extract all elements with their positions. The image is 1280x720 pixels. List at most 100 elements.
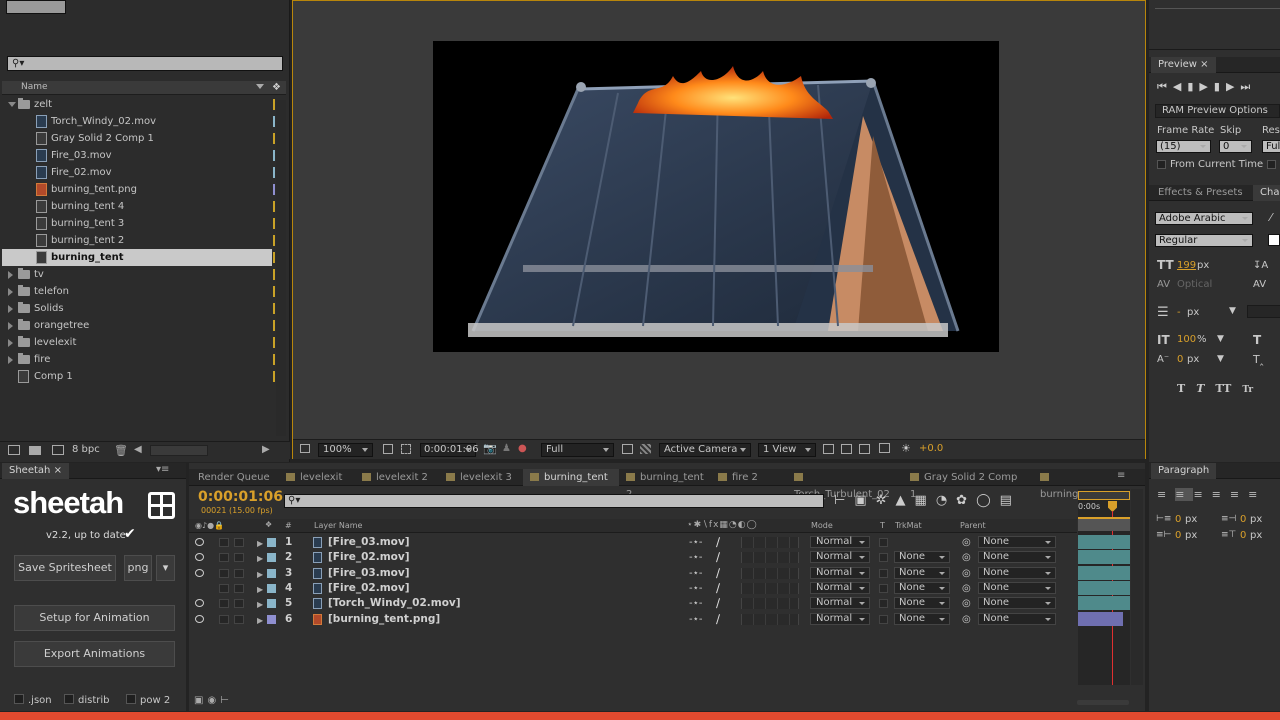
label-color-tag[interactable] — [273, 235, 275, 246]
zoom-slider[interactable] — [1077, 700, 1129, 705]
visibility-eye-icon[interactable] — [195, 538, 204, 546]
fast-preview-icon[interactable] — [622, 444, 633, 454]
label-color-tag[interactable] — [273, 167, 275, 178]
layer-name[interactable]: [Fire_03.mov] — [328, 566, 410, 581]
blend-mode-select[interactable]: Normal — [810, 597, 870, 610]
faux-bold-button[interactable]: T — [1177, 382, 1185, 395]
tab-preview[interactable]: Preview × — [1151, 57, 1216, 73]
faux-italic-button[interactable]: T — [1196, 382, 1204, 395]
transparency-grid-icon[interactable] — [640, 444, 651, 454]
stroke-width-value[interactable]: - — [1177, 307, 1181, 318]
project-folder[interactable]: Solids — [2, 300, 275, 317]
last-frame-icon[interactable]: ⏭ — [1240, 80, 1256, 93]
quality-switch-icon[interactable]: ∕ — [716, 566, 720, 581]
lock-switch[interactable] — [234, 614, 244, 624]
justify-all-icon[interactable]: ≡ — [1248, 488, 1266, 501]
font-family-select[interactable]: Adobe Arabic — [1155, 212, 1253, 225]
preserve-transparency-checkbox[interactable] — [879, 583, 888, 593]
pick-whip-icon[interactable]: ◎ — [962, 581, 971, 596]
project-item[interactable]: Gray Solid 2 Comp 1 — [2, 130, 275, 147]
save-spritesheet-button[interactable]: Save Spritesheet — [14, 555, 116, 581]
all-caps-button[interactable]: TT — [1215, 382, 1231, 395]
solo-switch[interactable] — [219, 583, 229, 593]
comp-mini-flowchart-icon[interactable]: ⊢ — [834, 493, 854, 508]
timeline-scrollbar[interactable] — [1131, 489, 1143, 685]
json-checkbox[interactable]: .json — [14, 694, 52, 706]
column-mode[interactable]: Mode — [811, 521, 833, 530]
toggle-pixel-aspect-icon[interactable] — [823, 444, 834, 454]
layer-name[interactable]: [Fire_03.mov] — [328, 535, 410, 550]
exposure-value[interactable]: +0.0 — [919, 443, 943, 454]
toggle-modes-icon[interactable]: ◉ — [207, 695, 220, 706]
pick-whip-icon[interactable]: ◎ — [962, 596, 971, 611]
layer-name[interactable]: [Fire_02.mov] — [328, 550, 410, 565]
frame-blending-icon[interactable]: ▦ — [915, 493, 936, 508]
layer-switches[interactable] — [741, 613, 799, 625]
layer-row[interactable]: ▶ 6 [burning_tent.png] -⋆- ∕ Normal None ◎ None — [189, 612, 1077, 627]
interpret-footage-icon[interactable] — [8, 445, 20, 455]
scroll-right-icon[interactable]: ▶ — [262, 444, 270, 455]
align-center-icon[interactable]: ≡ — [1175, 488, 1194, 501]
layer-duration-bar[interactable] — [1078, 565, 1130, 580]
visibility-eye-icon[interactable] — [195, 553, 204, 562]
blend-mode-select[interactable]: Normal — [810, 612, 870, 625]
preserve-transparency-checkbox[interactable] — [879, 538, 888, 547]
pick-whip-icon[interactable]: ◎ — [962, 535, 971, 550]
label-color-tag[interactable] — [273, 133, 275, 144]
indent-left-value[interactable]: 0 — [1175, 514, 1181, 525]
frame-rate-select[interactable]: (15) — [1156, 140, 1211, 153]
label-color-tag[interactable] — [273, 320, 275, 331]
composition-canvas[interactable] — [433, 41, 999, 352]
parent-select[interactable]: None — [978, 597, 1056, 610]
layer-switches[interactable] — [741, 537, 799, 548]
camera-select[interactable]: Active Camera — [659, 443, 751, 457]
panel-menu-icon[interactable]: ▾≡ — [156, 464, 169, 475]
preserve-transparency-checkbox[interactable] — [879, 553, 888, 563]
vertical-scrollbar[interactable] — [276, 100, 286, 436]
expand-closed-icon[interactable] — [8, 339, 13, 347]
motion-blur-icon[interactable]: ◔ — [936, 493, 956, 508]
comp-marker-bar[interactable] — [1078, 517, 1130, 531]
tab-gray-solid-2-comp-1[interactable]: Gray Solid 2 Comp 1 — [903, 469, 1033, 500]
next-frame-icon[interactable]: ▮▶ — [1214, 80, 1241, 93]
layer-name[interactable]: [burning_tent.png] — [328, 612, 440, 627]
label-color-tag[interactable] — [273, 116, 275, 127]
preserve-transparency-checkbox[interactable] — [879, 568, 888, 578]
brainstorm-icon[interactable]: ✿ — [956, 493, 976, 508]
export-animations-button[interactable]: Export Animations — [14, 641, 175, 667]
project-folder[interactable]: tv — [2, 266, 275, 283]
preserve-transparency-checkbox[interactable] — [879, 614, 888, 624]
lock-switch[interactable] — [234, 538, 244, 547]
skip-select[interactable]: 0 — [1219, 140, 1252, 153]
toggle-in-out-icon[interactable]: ⊢ — [220, 695, 233, 706]
visibility-eye-icon[interactable] — [195, 568, 204, 577]
first-frame-icon[interactable]: ⏮ — [1157, 80, 1173, 93]
track-matte-select[interactable]: None — [894, 566, 950, 579]
fill-color-swatch[interactable] — [1268, 234, 1280, 246]
stroke-dropdown-icon[interactable]: ▼ — [1229, 306, 1236, 316]
project-folder[interactable]: orangetree — [2, 317, 275, 334]
column-layer-name[interactable]: Layer Name — [314, 521, 362, 530]
shy-switch-icon[interactable]: -⋆- — [689, 581, 702, 596]
small-caps-button[interactable]: Tr — [1242, 385, 1253, 395]
layer-row[interactable]: ▶ 5 [Torch_Windy_02.mov] -⋆- ∕ Normal None ◎ Non… — [189, 596, 1077, 611]
reset-exposure-icon[interactable] — [879, 443, 890, 453]
shy-switch-icon[interactable]: -⋆- — [689, 566, 702, 581]
layer-row[interactable]: ▶ 2 [Fire_02.mov] -⋆- ∕ Normal None ◎ None — [189, 550, 1077, 565]
layer-switches[interactable] — [741, 582, 799, 594]
setup-animation-button[interactable]: Setup for Animation — [14, 605, 175, 631]
show-channel-icon[interactable]: ● — [518, 443, 527, 454]
stroke-style-select[interactable] — [1247, 305, 1280, 318]
column-name-label[interactable]: Name — [21, 82, 48, 92]
new-folder-icon[interactable] — [29, 446, 41, 455]
project-folder[interactable]: levelexit — [2, 334, 275, 351]
shy-switch-icon[interactable]: -⋆- — [689, 535, 702, 550]
tab-levelexit-2[interactable]: levelexit 2 — [355, 469, 439, 486]
format-dropdown-icon[interactable]: ▾ — [156, 555, 175, 581]
label-color-tag[interactable] — [273, 201, 275, 212]
layer-label-color[interactable] — [267, 538, 276, 547]
expand-layer-icon[interactable]: ▶ — [257, 536, 263, 551]
from-current-checkbox[interactable] — [1157, 160, 1166, 169]
timeline-toggle-icon[interactable] — [841, 444, 852, 454]
tab-levelexit[interactable]: levelexit — [279, 469, 355, 486]
